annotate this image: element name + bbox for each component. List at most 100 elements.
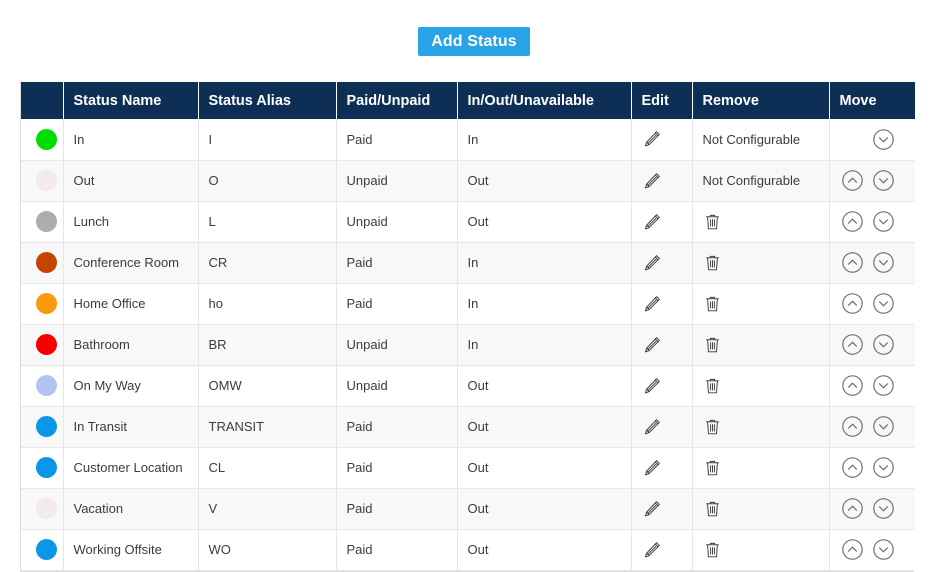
remove-cell[interactable]	[692, 324, 830, 366]
move-down-icon[interactable]	[871, 250, 896, 275]
status-color-dot	[36, 293, 58, 314]
status-color-dot	[36, 128, 58, 150]
move-up-icon[interactable]	[840, 291, 865, 316]
move-up-icon[interactable]	[840, 414, 865, 439]
edit-pencil-icon[interactable]	[642, 129, 662, 149]
move-cell[interactable]	[829, 283, 915, 325]
status-color-dot	[36, 375, 58, 396]
move-down-icon[interactable]	[871, 168, 896, 193]
status-alias-cell: CL	[198, 447, 337, 489]
remove-cell[interactable]	[692, 406, 830, 448]
remove-cell[interactable]	[692, 529, 830, 571]
status-table: Status Name Status Alias Paid/Unpaid In/…	[21, 82, 915, 571]
remove-cell[interactable]	[692, 488, 830, 530]
column-header-edit: Edit	[631, 82, 693, 119]
move-down-icon[interactable]	[871, 373, 896, 398]
remove-trash-icon[interactable]	[703, 212, 722, 232]
move-up-icon[interactable]	[840, 496, 865, 521]
edit-pencil-icon[interactable]	[642, 294, 662, 314]
move-cell[interactable]	[829, 242, 915, 284]
edit-pencil-icon[interactable]	[642, 253, 662, 273]
remove-trash-icon[interactable]	[703, 253, 722, 273]
add-status-button[interactable]: Add Status	[418, 27, 530, 56]
status-color-dot	[36, 211, 58, 232]
remove-trash-icon[interactable]	[703, 458, 722, 478]
move-cell[interactable]	[829, 447, 915, 489]
move-down-icon[interactable]	[871, 291, 896, 316]
move-cell[interactable]	[829, 488, 915, 530]
column-header-status-alias: Status Alias	[198, 82, 337, 119]
remove-trash-icon[interactable]	[703, 294, 722, 314]
in-out-unavailable-cell: Out	[457, 488, 632, 530]
paid-unpaid-cell: Unpaid	[336, 365, 458, 407]
edit-pencil-icon[interactable]	[642, 458, 662, 478]
edit-cell[interactable]	[631, 406, 693, 448]
toolbar: Add Status	[0, 0, 948, 82]
status-color-cell	[21, 119, 64, 161]
move-down-icon[interactable]	[871, 209, 896, 234]
table-row: Bathroom BR Unpaid In	[21, 324, 915, 366]
edit-cell[interactable]	[631, 529, 693, 571]
edit-cell[interactable]	[631, 365, 693, 407]
move-cell[interactable]	[829, 160, 915, 202]
move-down-icon[interactable]	[871, 332, 896, 357]
table-row: Customer Location CL Paid Out	[21, 447, 915, 489]
edit-pencil-icon[interactable]	[642, 335, 662, 355]
table-row: Lunch L Unpaid Out	[21, 201, 915, 243]
remove-trash-icon[interactable]	[703, 499, 722, 519]
remove-cell[interactable]	[692, 242, 830, 284]
edit-cell[interactable]	[631, 283, 693, 325]
remove-trash-icon[interactable]	[703, 376, 722, 396]
move-down-icon[interactable]	[871, 496, 896, 521]
move-down-icon[interactable]	[871, 414, 896, 439]
edit-cell[interactable]	[631, 119, 693, 161]
edit-cell[interactable]	[631, 242, 693, 284]
table-row: In I Paid In Not Configurable	[21, 119, 915, 161]
move-up-icon[interactable]	[840, 537, 865, 562]
move-cell[interactable]	[829, 365, 915, 407]
paid-unpaid-cell: Paid	[336, 406, 458, 448]
move-cell[interactable]	[829, 406, 915, 448]
move-up-icon[interactable]	[840, 209, 865, 234]
move-up-icon[interactable]	[840, 250, 865, 275]
edit-pencil-icon[interactable]	[642, 499, 662, 519]
edit-cell[interactable]	[631, 488, 693, 530]
edit-cell[interactable]	[631, 201, 693, 243]
edit-cell[interactable]	[631, 447, 693, 489]
status-color-dot	[36, 457, 58, 478]
paid-unpaid-cell: Paid	[336, 529, 458, 571]
move-cell[interactable]	[829, 201, 915, 243]
edit-pencil-icon[interactable]	[642, 417, 662, 437]
remove-trash-icon[interactable]	[703, 335, 722, 355]
table-row: In Transit TRANSIT Paid Out	[21, 406, 915, 448]
move-up-icon[interactable]	[840, 373, 865, 398]
move-cell[interactable]	[829, 529, 915, 571]
move-cell[interactable]	[829, 119, 915, 161]
move-down-icon[interactable]	[871, 127, 896, 152]
remove-trash-icon[interactable]	[703, 417, 722, 437]
edit-cell[interactable]	[631, 324, 693, 366]
edit-pencil-icon[interactable]	[642, 212, 662, 232]
paid-unpaid-cell: Paid	[336, 242, 458, 284]
move-down-icon[interactable]	[871, 537, 896, 562]
status-alias-cell: OMW	[198, 365, 337, 407]
move-up-icon[interactable]	[840, 332, 865, 357]
move-up-icon[interactable]	[840, 168, 865, 193]
edit-pencil-icon[interactable]	[642, 376, 662, 396]
table-body: In I Paid In Not Configurable Out O Unpaid Out No…	[21, 119, 915, 571]
move-cell[interactable]	[829, 324, 915, 366]
edit-pencil-icon[interactable]	[642, 540, 662, 560]
status-color-dot	[36, 539, 58, 560]
remove-cell: Not Configurable	[692, 119, 830, 161]
remove-cell[interactable]	[692, 447, 830, 489]
remove-cell[interactable]	[692, 365, 830, 407]
move-up-icon[interactable]	[840, 455, 865, 480]
table-row: Working Offsite WO Paid Out	[21, 529, 915, 571]
in-out-unavailable-cell: In	[457, 283, 632, 325]
remove-cell[interactable]	[692, 201, 830, 243]
move-down-icon[interactable]	[871, 455, 896, 480]
edit-cell[interactable]	[631, 160, 693, 202]
remove-cell[interactable]	[692, 283, 830, 325]
edit-pencil-icon[interactable]	[642, 171, 662, 191]
remove-trash-icon[interactable]	[703, 540, 722, 560]
